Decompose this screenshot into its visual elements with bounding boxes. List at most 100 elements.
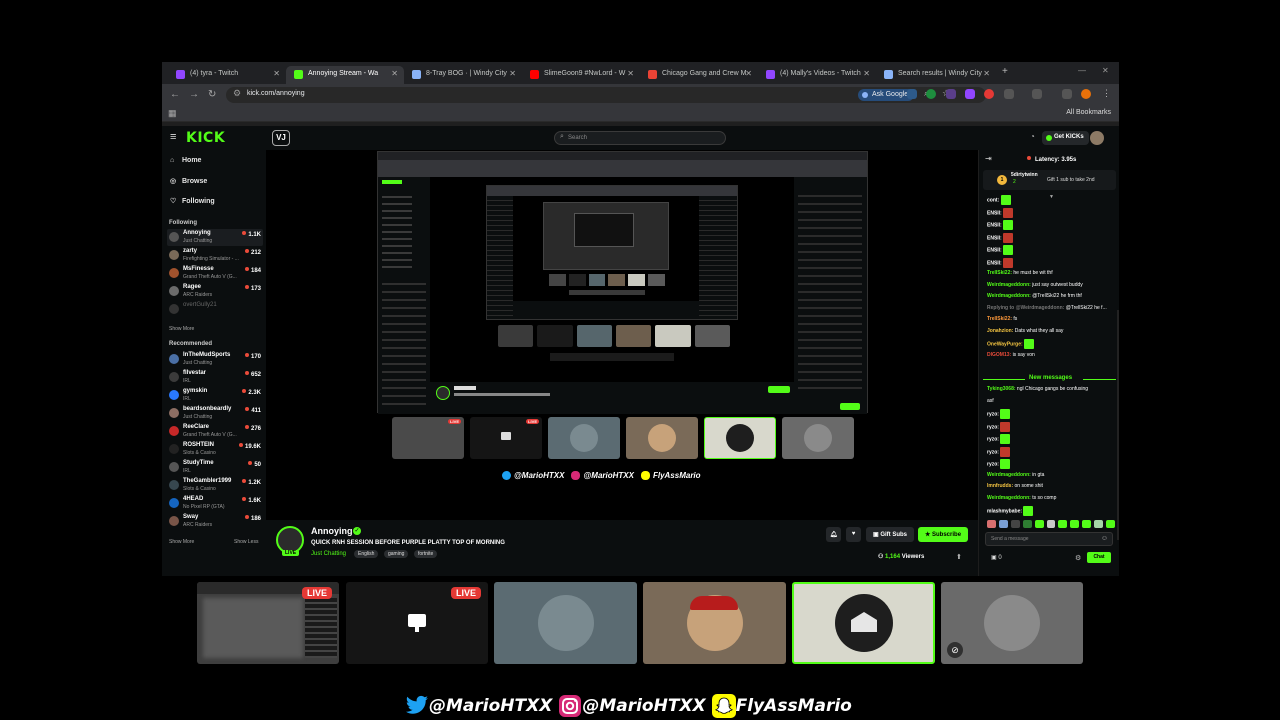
forward-icon[interactable]: → (189, 89, 199, 100)
twitch-extension-icon[interactable] (965, 89, 975, 99)
sidebar-item-browse[interactable]: ◎ Browse (170, 177, 207, 185)
channel-item[interactable]: TheGambler1999 Slots & Casino 1.2K (167, 477, 263, 494)
notifications-icon[interactable]: ◔ (1030, 132, 1035, 141)
chat-username[interactable]: cont: (987, 197, 999, 203)
chat-message[interactable]: Weirdmageddonn: in gta (987, 472, 1117, 478)
close-icon[interactable]: ✕ (983, 69, 990, 78)
chat-message[interactable]: ryzo: (987, 459, 1117, 469)
chat-message[interactable]: DIGOM13: is say von (987, 352, 1117, 358)
chat-message[interactable]: TrellSki22: fs (987, 316, 1117, 322)
emote-icon[interactable] (1094, 520, 1104, 528)
apps-grid-icon[interactable]: ▦ (168, 108, 177, 119)
puzzle-icon[interactable] (1004, 89, 1014, 99)
chat-username[interactable]: Weirdmageddonn: (987, 282, 1031, 288)
reload-icon[interactable]: ↻ (208, 89, 216, 100)
chat-username[interactable]: OneWayPurge: (987, 341, 1023, 347)
subscribe-button[interactable]: ★ Subscribe (918, 527, 968, 542)
tab-8-tray[interactable]: 8-Tray BOG · | Windy City ✕ (404, 66, 522, 84)
follow-heart-button[interactable]: ♥ (846, 527, 861, 542)
emote-icon[interactable] (1010, 520, 1020, 528)
pinned-gift-banner[interactable]: 1 5dirtytwinn 2 Gift 1 sub to take 2nd ▼ (983, 170, 1116, 200)
send-chat-button[interactable]: Chat (1087, 552, 1111, 563)
points-display[interactable]: ▣ 0 (991, 554, 1002, 561)
emote-icon[interactable] (1082, 520, 1092, 528)
close-icon[interactable]: ✕ (509, 69, 516, 78)
grammarly-icon[interactable] (926, 89, 936, 99)
channel-item[interactable]: MsFinesse Grand Theft Auto V (G... 184 (167, 265, 263, 282)
streamer-name[interactable]: Annoying (311, 526, 353, 536)
video-player[interactable]: LIVE LIVE @MarioHTXX @MarioHTXX FlyAssMa… (266, 150, 978, 520)
site-info-icon[interactable]: ⚙ (233, 88, 241, 99)
user-avatar[interactable] (1090, 131, 1104, 145)
chat-message[interactable]: OneWayPurge: (987, 339, 1117, 349)
download-icon[interactable] (1062, 89, 1072, 99)
chat-message[interactable]: asf (987, 398, 1117, 404)
gear-icon[interactable]: ⚙ (1075, 554, 1081, 562)
chat-username[interactable]: ENSII: (987, 222, 1002, 228)
channel-item[interactable]: gymskin IRL 2.3K (167, 387, 263, 404)
emoji-icon[interactable]: ☺ (1101, 535, 1108, 542)
tab-search-results[interactable]: Search results | Windy City ✕ (876, 66, 996, 84)
emote-icon[interactable] (1022, 520, 1032, 528)
emote-icon[interactable] (1034, 520, 1044, 528)
chat-message[interactable]: ryzo: (987, 446, 1117, 457)
sidebar-item-home[interactable]: ⌂ Home (170, 157, 201, 164)
chat-message-input[interactable]: Send a message ☺ (985, 532, 1113, 546)
stream-category[interactable]: Just Chatting (311, 551, 346, 557)
share-icon[interactable]: ⬆ (956, 553, 962, 561)
chat-username[interactable]: ENSII: (987, 247, 1002, 253)
back-icon[interactable]: ← (170, 89, 180, 100)
close-icon[interactable]: ✕ (273, 69, 280, 78)
channel-item[interactable]: overtGully21 (167, 301, 263, 318)
chat-message[interactable]: Weirdmageddonn: @TrellSki22 he frm thf (987, 293, 1117, 299)
get-kicks-button[interactable]: Get KICKs (1042, 131, 1089, 145)
show-more-button[interactable]: Show More (169, 326, 194, 332)
chat-scrollbar[interactable] (1117, 310, 1119, 540)
notification-bell-button[interactable]: 🔔︎ (826, 527, 841, 542)
close-icon[interactable]: ✕ (745, 69, 752, 78)
show-less-button[interactable]: Show Less (234, 539, 258, 545)
close-icon[interactable]: ✕ (863, 69, 870, 78)
chat-username[interactable]: Jonahzion: (987, 328, 1013, 334)
chat-username[interactable]: Weirdmageddonn: (987, 293, 1031, 299)
ask-google-button[interactable]: Ask Google (858, 89, 915, 101)
channel-item[interactable]: ReeClare Grand Theft Auto V (G... 276 (167, 423, 263, 440)
chat-username[interactable]: mlashmybabe: (987, 508, 1022, 514)
profile-avatar[interactable] (1081, 89, 1091, 99)
tag-gaming[interactable]: gaming (384, 550, 409, 558)
channel-item[interactable]: StudyTime IRL 50 (167, 459, 263, 476)
new-messages-divider[interactable]: New messages (983, 375, 1116, 383)
kick-logo[interactable]: KICK (186, 130, 225, 146)
chat-username[interactable]: ryzo: (987, 449, 999, 455)
sidepanel-icon[interactable] (1032, 89, 1042, 99)
close-window-button[interactable]: ✕ (1102, 66, 1109, 75)
show-more-button[interactable]: Show More (169, 539, 194, 545)
chat-username[interactable]: lmnfrudds: (987, 483, 1013, 489)
chat-username[interactable]: Weirdmageddonn: (987, 472, 1031, 478)
chat-message[interactable]: lmnfrudds: on some shit (987, 483, 1117, 489)
chat-message[interactable]: ryzo: (987, 434, 1117, 444)
chat-message[interactable]: Jonahzion: Dats what they all say (987, 328, 1117, 334)
channel-item[interactable]: Ragee ARC Raiders 173 (167, 283, 263, 300)
chat-message[interactable]: ENSII: (987, 220, 1117, 230)
chat-message[interactable]: TrellSki22: he must be wit thf (987, 270, 1117, 276)
chat-message[interactable]: Weirdmageddonn: just say outwest buddy (987, 282, 1117, 288)
minimize-button[interactable]: — (1078, 66, 1086, 75)
extension-icon[interactable] (907, 89, 917, 99)
chat-username[interactable]: TrellSki22: (987, 270, 1012, 276)
chat-username[interactable]: ryzo: (987, 436, 999, 442)
search-input[interactable]: ⌕ Search (554, 131, 726, 145)
tag-english[interactable]: English (354, 550, 379, 558)
chat-message[interactable]: ENSII: (987, 232, 1117, 243)
chat-message[interactable]: ryzo: (987, 409, 1117, 419)
all-bookmarks-button[interactable]: All Bookmarks (1066, 109, 1111, 116)
chat-message[interactable]: Tyking3068: ngl Chicago gangs be confusi… (987, 386, 1117, 392)
chat-message[interactable]: ryzo: (987, 421, 1117, 432)
chat-message[interactable]: ENSII: (987, 245, 1117, 255)
chat-message[interactable]: cont: (987, 195, 1117, 205)
channel-item[interactable]: fllvestar IRL 652 (167, 369, 263, 386)
record-extension-icon[interactable] (984, 89, 994, 99)
emote-icon[interactable] (1106, 520, 1115, 528)
vj-icon[interactable]: VJ (272, 130, 290, 146)
chat-username[interactable]: Tyking3068: (987, 386, 1016, 392)
